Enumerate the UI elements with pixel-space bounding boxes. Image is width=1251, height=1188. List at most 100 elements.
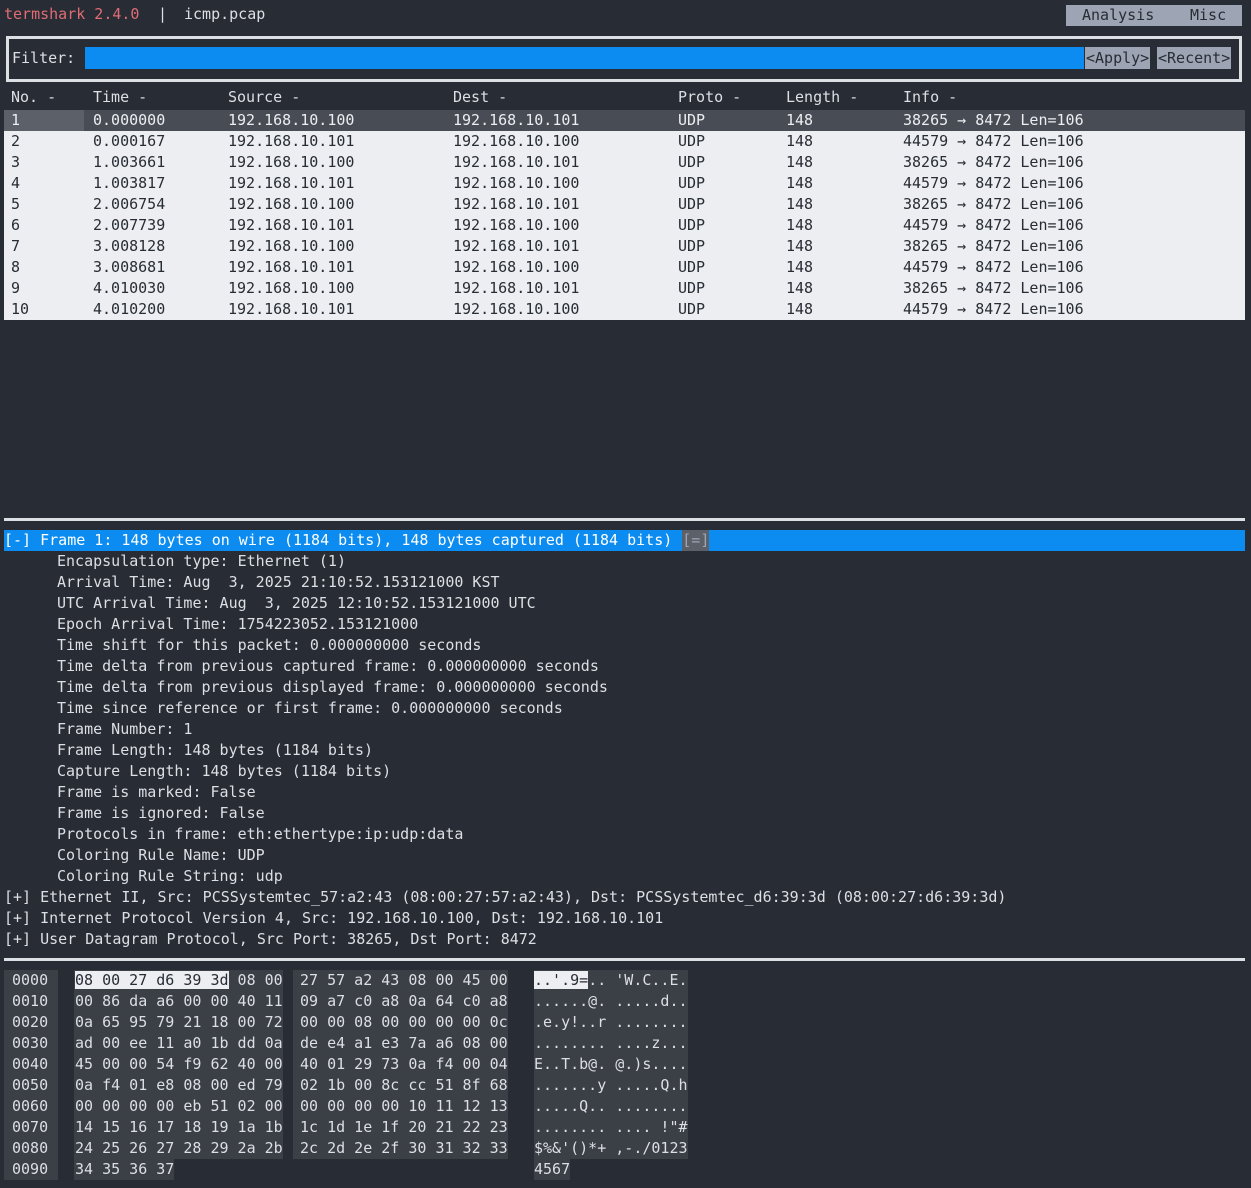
packet-time: 1.003817 bbox=[93, 174, 166, 192]
hex-ascii[interactable]: ......@. .....d.. bbox=[534, 991, 688, 1012]
hex-bytes-left[interactable]: 00 00 00 00 eb 51 02 00 bbox=[74, 1096, 283, 1117]
hex-bytes-left[interactable]: 0a 65 95 79 21 18 00 72 bbox=[74, 1012, 283, 1033]
recent-button[interactable]: <Recent> bbox=[1157, 47, 1232, 69]
hex-offset[interactable]: 0040 bbox=[4, 1054, 58, 1075]
collapsed-tree-node[interactable]: [+] Internet Protocol Version 4, Src: 19… bbox=[4, 908, 663, 929]
hex-bytes-left[interactable]: 14 15 16 17 18 19 1a 1b bbox=[74, 1117, 283, 1138]
packet-source: 192.168.10.101 bbox=[228, 216, 355, 234]
hex-bytes-right[interactable]: 00 00 08 00 00 00 00 0c bbox=[293, 1012, 508, 1033]
apply-button[interactable]: <Apply> bbox=[1085, 47, 1151, 69]
frame-field[interactable]: Time shift for this packet: 0.000000000 … bbox=[57, 635, 481, 656]
hex-ascii[interactable]: 4567 bbox=[534, 1159, 571, 1180]
column-header-dest[interactable]: Dest - bbox=[453, 88, 507, 106]
packet-row[interactable]: 2 0.000167 192.168.10.101 192.168.10.100 UDP… bbox=[4, 131, 1245, 152]
frame-field[interactable]: Time delta from previous displayed frame… bbox=[57, 677, 608, 698]
frame-field[interactable]: Arrival Time: Aug 3, 2025 21:10:52.15312… bbox=[57, 572, 500, 593]
hex-ascii[interactable]: E..T.b@. @.)s.... bbox=[534, 1054, 688, 1075]
packet-row[interactable]: 10 4.010200 192.168.10.101 192.168.10.100 UD… bbox=[4, 299, 1245, 320]
frame-field[interactable]: Epoch Arrival Time: 1754223052.153121000 bbox=[57, 614, 418, 635]
frame-field[interactable]: Coloring Rule Name: UDP bbox=[57, 845, 265, 866]
hex-bytes-rest: 08 00 bbox=[228, 971, 283, 989]
packet-row[interactable]: 3 1.003661 192.168.10.100 192.168.10.101 UDP… bbox=[4, 152, 1245, 173]
column-header-length[interactable]: Length - bbox=[786, 88, 858, 106]
collapsed-tree-node[interactable]: [+] User Datagram Protocol, Src Port: 38… bbox=[4, 929, 537, 950]
hex-offset[interactable]: 0010 bbox=[4, 991, 58, 1012]
frame-field[interactable]: Time since reference or first frame: 0.0… bbox=[57, 698, 563, 719]
column-header-proto[interactable]: Proto - bbox=[678, 88, 741, 106]
hex-ascii[interactable]: .e.y!..r ........ bbox=[534, 1012, 688, 1033]
filter-input[interactable] bbox=[85, 47, 1084, 69]
packet-source: 192.168.10.100 bbox=[228, 153, 355, 171]
hex-bytes-left[interactable]: 0a f4 01 e8 08 00 ed 79 bbox=[74, 1075, 283, 1096]
hex-bytes-right[interactable]: de e4 a1 e3 7a a6 08 00 bbox=[293, 1033, 508, 1054]
frame-field[interactable]: Time delta from previous captured frame:… bbox=[57, 656, 599, 677]
packet-row[interactable]: 9 4.010030 192.168.10.100 192.168.10.101 UDP… bbox=[4, 278, 1245, 299]
frame-field[interactable]: Frame Number: 1 bbox=[57, 719, 192, 740]
pane-divider-hex[interactable] bbox=[4, 958, 1245, 961]
hex-offset[interactable]: 0060 bbox=[4, 1096, 58, 1117]
packet-time: 4.010200 bbox=[93, 300, 166, 318]
frame-field[interactable]: Protocols in frame: eth:ethertype:ip:udp… bbox=[57, 824, 463, 845]
collapsed-tree-node[interactable]: [+] Ethernet II, Src: PCSSystemtec_57:a2… bbox=[4, 887, 1006, 908]
packet-no: 1 bbox=[11, 111, 21, 129]
hex-bytes-left[interactable]: 34 35 36 37 bbox=[74, 1159, 175, 1180]
column-header-time[interactable]: Time - bbox=[93, 88, 147, 106]
hex-bytes-right[interactable]: 27 57 a2 43 08 00 45 00 bbox=[293, 970, 508, 991]
packet-row[interactable]: 6 2.007739 192.168.10.101 192.168.10.100 UDP… bbox=[4, 215, 1245, 236]
column-header-info[interactable]: Info - bbox=[903, 88, 957, 106]
hex-offset[interactable]: 0000 bbox=[4, 970, 58, 991]
packet-time: 3.008128 bbox=[93, 237, 166, 255]
hex-bytes-left[interactable]: 24 25 26 27 28 29 2a 2b bbox=[74, 1138, 283, 1159]
packet-dest: 192.168.10.100 bbox=[453, 174, 580, 192]
hex-offset[interactable]: 0020 bbox=[4, 1012, 58, 1033]
frame-tree-node[interactable]: [-] Frame 1: 148 bytes on wire (1184 bit… bbox=[4, 530, 1245, 551]
packet-row[interactable]: 4 1.003817 192.168.10.101 192.168.10.100 UDP… bbox=[4, 173, 1245, 194]
packet-row[interactable]: 5 2.006754 192.168.10.100 192.168.10.101 UDP… bbox=[4, 194, 1245, 215]
hex-bytes-right[interactable]: 09 a7 c0 a8 0a 64 c0 a8 bbox=[293, 991, 508, 1012]
hex-bytes-right[interactable]: 2c 2d 2e 2f 30 31 32 33 bbox=[293, 1138, 508, 1159]
hex-offset[interactable]: 0050 bbox=[4, 1075, 58, 1096]
hex-offset[interactable]: 0080 bbox=[4, 1138, 58, 1159]
hex-offset[interactable]: 0070 bbox=[4, 1117, 58, 1138]
hex-offset[interactable]: 0090 bbox=[4, 1159, 58, 1180]
hex-bytes-left[interactable]: 45 00 00 54 f9 62 40 00 bbox=[74, 1054, 283, 1075]
hex-bytes-left[interactable]: 08 00 27 d6 39 3d 08 00 bbox=[74, 970, 283, 991]
column-header-source[interactable]: Source - bbox=[228, 88, 300, 106]
hex-bytes-right[interactable]: 40 01 29 73 0a f4 00 04 bbox=[293, 1054, 508, 1075]
frame-node-label: [-] Frame 1: 148 bytes on wire (1184 bit… bbox=[4, 531, 673, 549]
frame-field[interactable]: Frame is marked: False bbox=[57, 782, 256, 803]
menu-analysis[interactable]: Analysis bbox=[1082, 6, 1154, 24]
frame-field[interactable]: Encapsulation type: Ethernet (1) bbox=[57, 551, 346, 572]
hex-bytes-right[interactable]: 02 1b 00 8c cc 51 8f 68 bbox=[293, 1075, 508, 1096]
menu-misc[interactable]: Misc bbox=[1190, 6, 1226, 24]
packet-row[interactable]: 7 3.008128 192.168.10.100 192.168.10.101 UDP… bbox=[4, 236, 1245, 257]
packet-row[interactable]: 8 3.008681 192.168.10.101 192.168.10.100 UDP… bbox=[4, 257, 1245, 278]
packet-source: 192.168.10.100 bbox=[228, 279, 355, 297]
hex-offset[interactable]: 0030 bbox=[4, 1033, 58, 1054]
hex-ascii[interactable]: ..'.9=.. 'W.C..E. bbox=[534, 970, 688, 991]
frame-field[interactable]: Capture Length: 148 bytes (1184 bits) bbox=[57, 761, 391, 782]
ascii-rest: .. 'W.C..E. bbox=[588, 971, 688, 989]
hex-bytes-right[interactable]: 00 00 00 00 10 11 12 13 bbox=[293, 1096, 508, 1117]
hex-ascii[interactable]: ........ .... !"# bbox=[534, 1117, 688, 1138]
packet-row[interactable]: 1 0.000000 192.168.10.100 192.168.10.101 UDP… bbox=[4, 110, 1245, 131]
hex-bytes-left[interactable]: 00 86 da a6 00 00 40 11 bbox=[74, 991, 283, 1012]
hex-bytes-right[interactable]: 1c 1d 1e 1f 20 21 22 23 bbox=[293, 1117, 508, 1138]
hex-bytes-left[interactable]: ad 00 ee 11 a0 1b dd 0a bbox=[74, 1033, 283, 1054]
packet-dest: 192.168.10.101 bbox=[453, 111, 580, 129]
hex-ascii[interactable]: $%&'()*+ ,-./0123 bbox=[534, 1138, 688, 1159]
hex-ascii[interactable]: .......y .....Q.h bbox=[534, 1075, 688, 1096]
frame-field[interactable]: Frame is ignored: False bbox=[57, 803, 265, 824]
pane-divider[interactable] bbox=[4, 518, 1245, 521]
packet-dest: 192.168.10.100 bbox=[453, 258, 580, 276]
packet-info: 44579 → 8472 Len=106 bbox=[903, 300, 1084, 318]
frame-field[interactable]: UTC Arrival Time: Aug 3, 2025 12:10:52.1… bbox=[57, 593, 536, 614]
hex-ascii[interactable]: .....Q.. ........ bbox=[534, 1096, 688, 1117]
filter-bar: Filter: <Apply> <Recent> bbox=[6, 36, 1242, 82]
packet-source: 192.168.10.101 bbox=[228, 258, 355, 276]
packet-dest: 192.168.10.101 bbox=[453, 279, 580, 297]
frame-field[interactable]: Coloring Rule String: udp bbox=[57, 866, 283, 887]
frame-field[interactable]: Frame Length: 148 bytes (1184 bits) bbox=[57, 740, 373, 761]
column-header-no[interactable]: No. - bbox=[11, 88, 56, 106]
hex-ascii[interactable]: ........ ....z... bbox=[534, 1033, 688, 1054]
